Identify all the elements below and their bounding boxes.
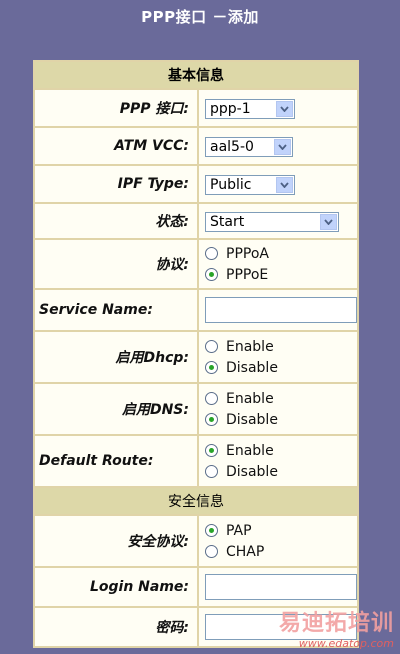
default-route-option-label: Enable (226, 442, 274, 459)
chevron-down-icon[interactable] (320, 213, 337, 230)
watermark-text: 易迪拓培训 (278, 611, 394, 636)
dhcp-option-disable[interactable]: Disable (205, 358, 357, 377)
dns-option-disable[interactable]: Disable (205, 410, 357, 429)
dns-radio-group: Enable Disable (205, 388, 357, 430)
default-route-radio-group: Enable Disable (205, 440, 357, 482)
protocol-label: 协议: (33, 238, 199, 290)
radio-unchecked[interactable] (205, 465, 218, 478)
dns-option-enable[interactable]: Enable (205, 389, 357, 408)
row-ipf-type: IPF Type: Public (33, 164, 359, 204)
service-name-label: Service Name: (33, 288, 199, 332)
row-atm-vcc: ATM VCC: aal5-0 (33, 126, 359, 166)
security-option-label: PAP (226, 522, 252, 539)
radio-unchecked[interactable] (205, 247, 218, 260)
login-name-input[interactable] (205, 574, 357, 600)
status-select[interactable]: Start (205, 211, 339, 232)
atm-vcc-select[interactable]: aal5-0 (205, 136, 293, 157)
radio-unchecked[interactable] (205, 392, 218, 405)
ipf-type-value: Public (210, 176, 252, 193)
radio-checked[interactable] (205, 361, 218, 374)
atm-vcc-label: ATM VCC: (33, 126, 199, 166)
section-basic-title: 基本信息 (33, 60, 359, 90)
radio-checked[interactable] (205, 413, 218, 426)
dhcp-option-label: Enable (226, 338, 274, 355)
status-label: 状态: (33, 202, 199, 240)
row-enable-dns: 启用DNS: Enable Disable (33, 382, 359, 436)
row-protocol: 协议: PPPoA PPPoE (33, 238, 359, 290)
ipf-type-label: IPF Type: (33, 164, 199, 204)
status-value: Start (210, 213, 245, 230)
protocol-option-label: PPPoE (226, 266, 269, 283)
row-login-name: Login Name: (33, 566, 359, 608)
row-security-protocol: 安全协议: PAP CHAP (33, 514, 359, 568)
service-name-input[interactable] (205, 297, 357, 323)
dns-option-label: Enable (226, 390, 274, 407)
security-protocol-label: 安全协议: (33, 514, 199, 568)
security-protocol-radio-group: PAP CHAP (205, 520, 357, 562)
radio-checked[interactable] (205, 444, 218, 457)
default-route-option-enable[interactable]: Enable (205, 441, 357, 460)
atm-vcc-value: aal5-0 (210, 138, 254, 155)
password-label: 密码: (33, 606, 199, 648)
section-security-info: 安全信息 (33, 486, 359, 516)
security-option-pap[interactable]: PAP (205, 521, 357, 540)
radio-checked[interactable] (205, 524, 218, 537)
watermark: 易迪拓培训 www.edatop.com (279, 605, 394, 650)
login-name-label: Login Name: (33, 566, 199, 608)
row-status: 状态: Start (33, 202, 359, 240)
watermark-url: www.edatop.com (298, 637, 394, 650)
security-option-label: CHAP (226, 543, 265, 560)
dhcp-option-label: Disable (226, 359, 278, 376)
ppp-interface-select[interactable]: ppp-1 (205, 98, 295, 119)
radio-unchecked[interactable] (205, 340, 218, 353)
dns-option-label: Disable (226, 411, 278, 428)
protocol-option-pppoe[interactable]: PPPoE (205, 265, 357, 284)
protocol-option-pppoa[interactable]: PPPoA (205, 244, 357, 263)
page-title: PPP接口 －添加 (141, 8, 259, 26)
default-route-label: Default Route: (33, 434, 199, 488)
default-route-option-label: Disable (226, 463, 278, 480)
row-default-route: Default Route: Enable Disable (33, 434, 359, 488)
enable-dns-label: 启用DNS: (33, 382, 199, 436)
ppp-interface-label: PPP 接口: (33, 88, 199, 128)
row-ppp-interface: PPP 接口: ppp-1 (33, 88, 359, 128)
dhcp-radio-group: Enable Disable (205, 336, 357, 378)
protocol-radio-group: PPPoA PPPoE (205, 243, 357, 285)
ipf-type-select[interactable]: Public (205, 174, 295, 195)
row-service-name: Service Name: (33, 288, 359, 332)
chevron-down-icon[interactable] (274, 138, 291, 155)
row-enable-dhcp: 启用Dhcp: Enable Disable (33, 330, 359, 384)
ppp-add-form: 基本信息 PPP 接口: ppp-1 ATM VCC: aal5-0 IPF T… (33, 60, 359, 648)
radio-unchecked[interactable] (205, 545, 218, 558)
ppp-interface-value: ppp-1 (210, 100, 251, 117)
protocol-option-label: PPPoA (226, 245, 269, 262)
default-route-option-disable[interactable]: Disable (205, 462, 357, 481)
section-basic-info: 基本信息 (33, 60, 359, 90)
chevron-down-icon[interactable] (276, 100, 293, 117)
enable-dhcp-label: 启用Dhcp: (33, 330, 199, 384)
chevron-down-icon[interactable] (276, 176, 293, 193)
security-option-chap[interactable]: CHAP (205, 542, 357, 561)
dhcp-option-enable[interactable]: Enable (205, 337, 357, 356)
radio-checked[interactable] (205, 268, 218, 281)
section-security-title: 安全信息 (33, 486, 359, 516)
